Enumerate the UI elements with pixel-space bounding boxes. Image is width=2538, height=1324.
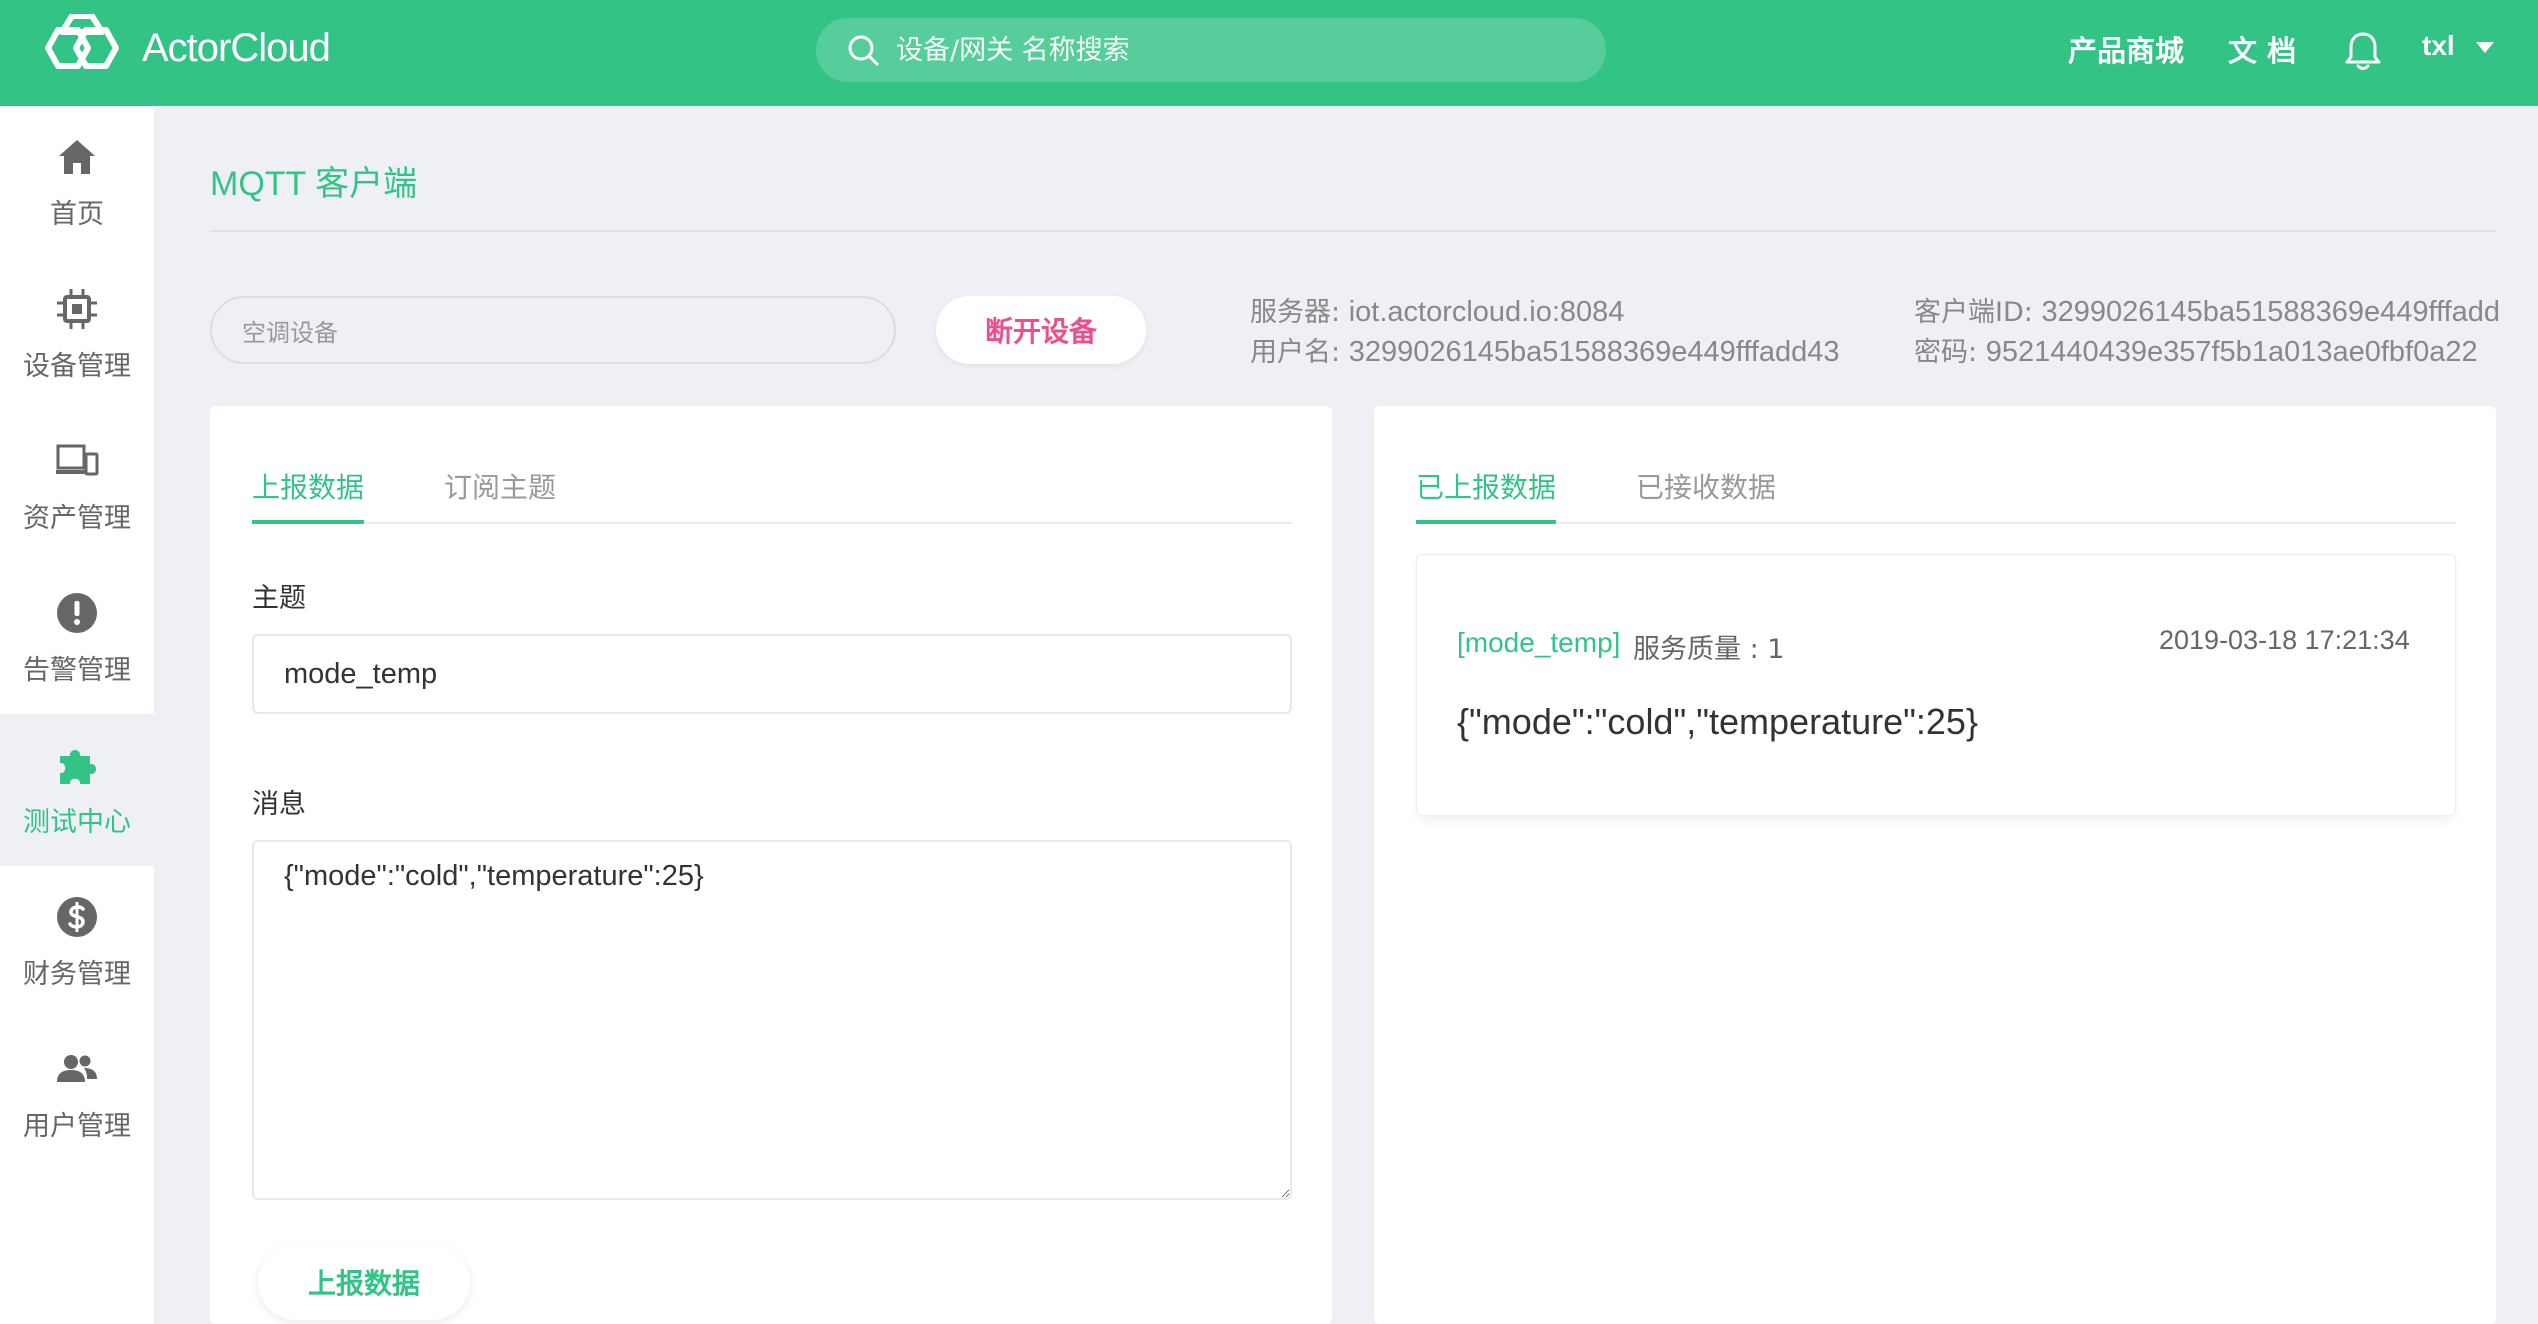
disconnect-device-button[interactable]: 断开设备 xyxy=(936,296,1146,364)
dollar-icon xyxy=(57,896,97,937)
sidebar-item-assets[interactable]: 资产管理 xyxy=(0,410,154,562)
tab-active-indicator xyxy=(252,520,364,524)
search-input[interactable] xyxy=(896,34,1546,66)
sidebar-item-label: 资产管理 xyxy=(23,502,131,534)
tab-divider xyxy=(252,522,1292,524)
server-info: 服务器: iot.actorcloud.io:8084 xyxy=(1250,290,1624,329)
message-payload: {"mode":"cold","temperature":25} xyxy=(1457,701,1978,742)
devices-icon xyxy=(56,444,99,475)
brand-name[interactable]: ActorCloud xyxy=(142,26,331,71)
top-bar: ActorCloud 产品商城 文 档 txl xyxy=(0,0,2538,106)
sidebar-item-home[interactable]: 首页 xyxy=(0,106,154,258)
client-id-info: 客户端ID: 3299026145ba51588369e449fffadd xyxy=(1914,290,2500,329)
sidebar-item-finance[interactable]: 财务管理 xyxy=(0,866,154,1018)
password-value: 9521440439e357f5b1a013ae0fbf0a22 xyxy=(1985,336,2478,368)
server-label: 服务器: xyxy=(1250,297,1341,328)
username-info: 用户名: 3299026145ba51588369e449fffadd43 xyxy=(1250,330,1840,369)
message-item: [mode_temp] 服务质量 : 1 2019-03-18 17:21:34… xyxy=(1416,554,2456,816)
actorcloud-logo-icon[interactable] xyxy=(34,14,130,80)
publish-card: 上报数据 订阅主题 主题 消息 {"mode":"cold","temperat… xyxy=(210,406,1332,1324)
username-value: 3299026145ba51588369e449fffadd43 xyxy=(1348,336,1840,368)
sidebar-item-label: 设备管理 xyxy=(23,350,131,382)
message-label: 消息 xyxy=(252,789,306,820)
search-icon xyxy=(848,35,879,66)
sidebar-item-label: 首页 xyxy=(50,198,104,230)
client-id-value: 3299026145ba51588369e449fffadd xyxy=(2041,296,2500,328)
message-timestamp: 2019-03-18 17:21:34 xyxy=(2159,625,2410,655)
tab-sent-data[interactable]: 已上报数据 xyxy=(1416,466,1556,506)
sidebar-item-test-center[interactable]: 测试中心 xyxy=(0,714,154,866)
sidebar-item-devices[interactable]: 设备管理 xyxy=(0,258,154,410)
publish-button[interactable]: 上报数据 xyxy=(258,1244,470,1320)
password-label: 密码: xyxy=(1914,337,1978,368)
password-info: 密码: 9521440439e357f5b1a013ae0fbf0a22 xyxy=(1914,330,2478,369)
page-title-en: MQTT xyxy=(210,165,306,203)
sidebar: 首页 设备管理 资产管理 告警管理 测试中心 财务管理 用户管理 xyxy=(0,106,154,1324)
nav-docs[interactable]: 文 档 xyxy=(2228,28,2296,70)
topic-input[interactable] xyxy=(252,634,1292,714)
page-title: MQTT 客户端 xyxy=(210,156,417,205)
server-value: iot.actorcloud.io:8084 xyxy=(1348,296,1625,328)
tab-divider xyxy=(1416,522,2456,524)
page-title-cn: 客户端 xyxy=(315,164,418,204)
device-select[interactable]: 空调设备 xyxy=(210,296,896,364)
topic-label: 主题 xyxy=(252,583,306,614)
search-bar[interactable] xyxy=(816,18,1606,82)
alert-icon xyxy=(57,592,97,633)
user-menu[interactable]: txl xyxy=(2422,30,2455,62)
bell-icon[interactable] xyxy=(2344,30,2382,72)
nav-product-store[interactable]: 产品商城 xyxy=(2068,28,2184,70)
users-icon xyxy=(57,1054,97,1082)
message-topic: [mode_temp] xyxy=(1457,627,1621,658)
messages-card: 已上报数据 已接收数据 [mode_temp] 服务质量 : 1 2019-03… xyxy=(1374,406,2496,1324)
sidebar-item-label: 用户管理 xyxy=(23,1110,131,1142)
chip-icon xyxy=(57,288,97,329)
puzzle-icon xyxy=(60,749,96,784)
tab-received-data[interactable]: 已接收数据 xyxy=(1636,466,1776,506)
message-qos: 服务质量 : 1 xyxy=(1633,634,1785,665)
divider xyxy=(210,230,2496,232)
tab-subscribe[interactable]: 订阅主题 xyxy=(444,466,556,506)
tab-publish[interactable]: 上报数据 xyxy=(252,466,364,506)
chevron-down-icon[interactable] xyxy=(2476,42,2494,53)
message-textarea[interactable]: {"mode":"cold","temperature":25} xyxy=(252,840,1292,1200)
tab-active-indicator xyxy=(1416,520,1556,524)
sidebar-item-alerts[interactable]: 告警管理 xyxy=(0,562,154,714)
sidebar-item-users[interactable]: 用户管理 xyxy=(0,1018,154,1170)
sidebar-item-label: 财务管理 xyxy=(23,958,131,990)
sidebar-item-label: 测试中心 xyxy=(23,806,131,838)
username-label: 用户名: xyxy=(1250,337,1341,368)
sidebar-item-label: 告警管理 xyxy=(23,654,131,686)
client-id-label: 客户端ID: xyxy=(1914,297,2033,328)
home-icon xyxy=(59,139,95,174)
